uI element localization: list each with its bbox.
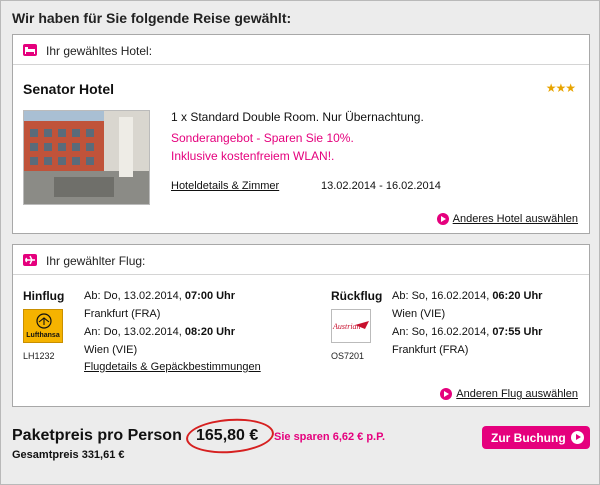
outbound-arrival-date: An: Do, 13.02.2014, — [84, 326, 185, 338]
arrow-circle-icon — [571, 431, 584, 444]
change-flight-link[interactable]: Anderen Flug auswählen — [440, 388, 578, 400]
outbound-arrival: An: Do, 13.02.2014, 08:20 Uhr — [84, 326, 235, 338]
wifi-offer-text: Inklusive kostenfreiem WLAN!. — [171, 149, 335, 163]
outbound-flight-code: LH1232 — [23, 351, 55, 361]
outbound-title: Hinflug — [23, 289, 65, 303]
return-departure-time: 06:20 Uhr — [492, 290, 543, 302]
change-flight-label: Anderen Flug auswählen — [456, 388, 578, 400]
package-price-label: Paketpreis pro Person — [12, 427, 182, 444]
return-arrival-date: An: So, 16.02.2014, — [392, 326, 493, 338]
hotel-name: Senator Hotel — [23, 81, 115, 97]
lufthansa-wordmark: Lufthansa — [26, 332, 60, 339]
return-flight-code: OS7201 — [331, 351, 365, 361]
return-arrival: An: So, 16.02.2014, 07:55 Uhr — [392, 326, 542, 338]
total-price: Gesamtpreis 331,61 € — [12, 449, 125, 461]
outbound-departure-date: Ab: Do, 13.02.2014, — [84, 290, 185, 302]
special-offer-text: Sonderangebot - Sparen Sie 10%. — [171, 131, 354, 145]
savings-text: Sie sparen 6,62 € p.P. — [274, 431, 386, 443]
flight-panel-header: Ihr gewählter Flug: — [13, 245, 589, 275]
hotel-photo[interactable] — [23, 110, 150, 205]
return-departure: Ab: So, 16.02.2014, 06:20 Uhr — [392, 290, 542, 302]
austrian-logo: Austrian — [331, 309, 371, 343]
outbound-departure-airport: Frankfurt (FRA) — [84, 308, 161, 320]
trip-summary-container: Wir haben für Sie folgende Reise gewählt… — [0, 0, 600, 485]
return-departure-airport: Wien (VIE) — [392, 308, 446, 320]
bed-icon — [23, 44, 37, 56]
outbound-departure-time: 07:00 Uhr — [184, 290, 236, 302]
flight-details-link[interactable]: Flugdetails & Gepäckbestimmungen — [84, 361, 261, 373]
airplane-icon — [23, 254, 37, 266]
book-button[interactable]: Zur Buchung — [482, 426, 590, 449]
outbound-arrival-time: 08:20 Uhr — [184, 326, 236, 338]
outbound-arrival-airport: Wien (VIE) — [84, 344, 138, 356]
page-title: Wir haben für Sie folgende Reise gewählt… — [12, 10, 292, 26]
hotel-details-link[interactable]: Hoteldetails & Zimmer — [171, 180, 279, 192]
lufthansa-logo: Lufthansa — [23, 309, 63, 343]
return-departure-date: Ab: So, 16.02.2014, — [392, 290, 493, 302]
return-arrival-airport: Frankfurt (FRA) — [392, 344, 469, 356]
price-highlight-circle — [184, 415, 276, 457]
return-arrival-time: 07:55 Uhr — [492, 326, 543, 338]
return-title: Rückflug — [331, 289, 383, 303]
hotel-panel-header: Ihr gewähltes Hotel: — [13, 35, 589, 65]
hotel-star-rating: ★★★ — [545, 81, 576, 95]
hotel-section-label: Ihr gewähltes Hotel: — [46, 44, 153, 58]
book-button-label: Zur Buchung — [491, 431, 566, 445]
arrow-circle-icon — [440, 388, 453, 400]
flight-panel: Ihr gewählter Flug: Hinflug Ab: Do, 13.0… — [12, 244, 590, 407]
hotel-panel: Ihr gewähltes Hotel: Senator Hotel ★★★ 1… — [12, 34, 590, 234]
hotel-stay-dates: 13.02.2014 - 16.02.2014 — [321, 180, 441, 192]
change-hotel-label: Anderes Hotel auswählen — [452, 213, 578, 225]
change-hotel-link[interactable]: Anderes Hotel auswählen — [436, 213, 578, 225]
arrow-circle-icon — [436, 213, 449, 225]
flight-section-label: Ihr gewählter Flug: — [46, 254, 146, 268]
room-description: 1 x Standard Double Room. Nur Übernachtu… — [171, 110, 424, 124]
outbound-departure: Ab: Do, 13.02.2014, 07:00 Uhr — [84, 290, 235, 302]
